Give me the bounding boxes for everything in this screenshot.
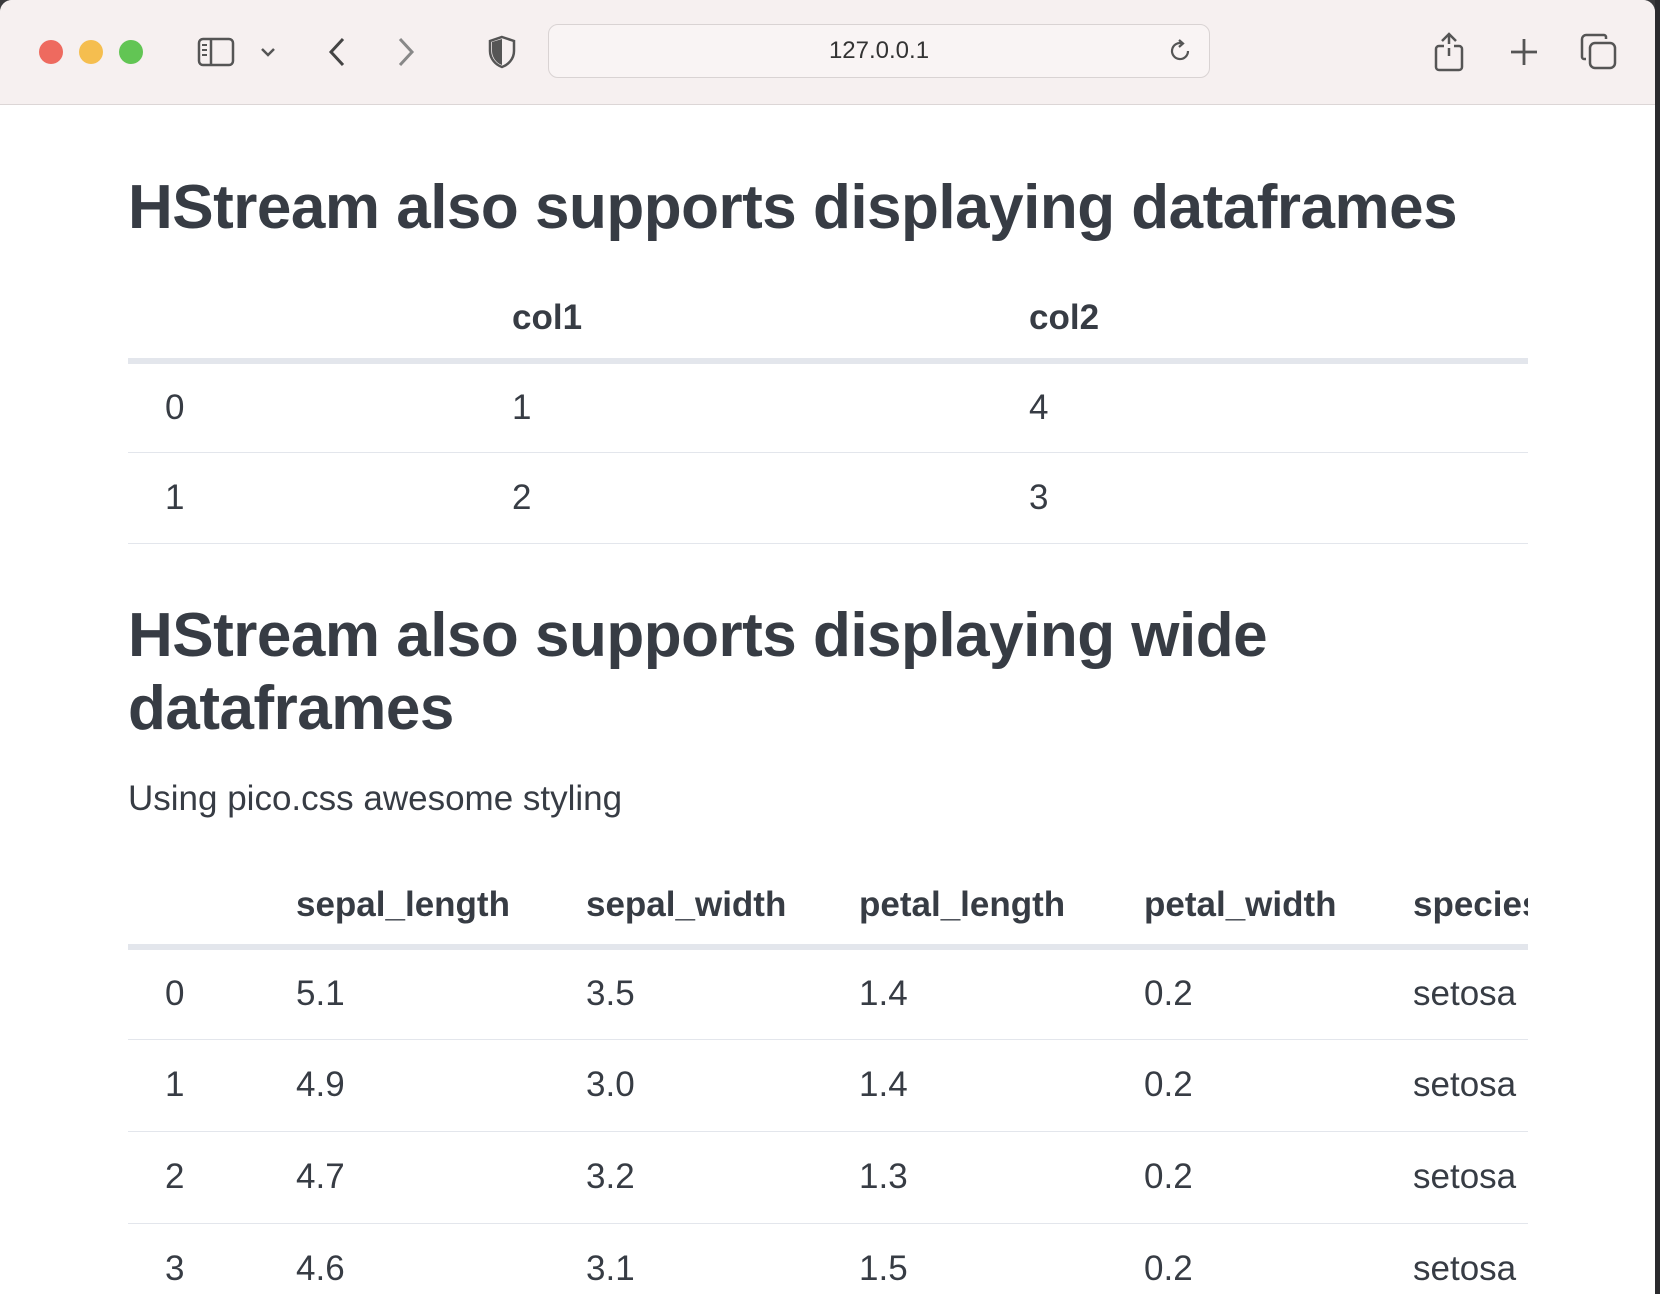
plus-icon[interactable]	[1502, 30, 1546, 74]
table-row: 0 5.1 3.5 1.4 0.2 setosa	[128, 947, 1528, 1040]
table-cell: setosa	[1413, 1039, 1528, 1132]
table-cell: 3	[1029, 452, 1528, 544]
header-col1: col1	[512, 278, 1029, 364]
table-header-row: sepal_length sepal_width petal_length pe…	[128, 865, 1528, 950]
table-cell: 2	[512, 452, 1029, 544]
table-cell: 3.2	[586, 1131, 859, 1224]
browser-toolbar: 127.0.0.1	[0, 0, 1655, 105]
share-icon[interactable]	[1427, 30, 1471, 74]
index-cell: 0	[128, 947, 296, 1040]
shield-icon[interactable]	[484, 30, 520, 74]
minimize-window-button[interactable]	[79, 40, 103, 64]
table-cell: 4.6	[296, 1223, 586, 1294]
table-cell: 3.0	[586, 1039, 859, 1132]
chevron-down-icon[interactable]	[256, 30, 280, 74]
table-cell: 0.2	[1144, 1223, 1413, 1294]
dataframe-table: col1 col2 0 1 4 1 2 3	[128, 278, 1528, 544]
back-icon[interactable]	[320, 30, 354, 74]
zoom-window-button[interactable]	[119, 40, 143, 64]
header-petal-length: petal_length	[859, 865, 1144, 950]
table-cell: setosa	[1413, 947, 1528, 1040]
table-cell: 4	[1029, 361, 1528, 453]
section1-heading: HStream also supports displaying datafra…	[128, 173, 1458, 242]
table-cell: 1.3	[859, 1131, 1144, 1224]
tabs-overview-icon[interactable]	[1577, 30, 1621, 74]
browser-window: 127.0.0.1 HStream also supports displayi…	[0, 0, 1655, 1294]
wide-dataframe-table: sepal_length sepal_width petal_length pe…	[128, 865, 1528, 1294]
table-cell: setosa	[1413, 1131, 1528, 1224]
header-sepal-length: sepal_length	[296, 865, 586, 950]
table-cell: 1.4	[859, 1039, 1144, 1132]
table-row: 2 4.7 3.2 1.3 0.2 setosa	[128, 1131, 1528, 1224]
forward-icon[interactable]	[389, 30, 423, 74]
table-cell: 5.1	[296, 947, 586, 1040]
table-row: 0 1 4	[128, 361, 1528, 453]
header-col2: col2	[1029, 278, 1528, 364]
header-index	[128, 865, 296, 950]
header-sepal-width: sepal_width	[586, 865, 859, 950]
table-cell: 0.2	[1144, 947, 1413, 1040]
index-cell: 2	[128, 1131, 296, 1224]
table-cell: 0.2	[1144, 1131, 1413, 1224]
section2-heading: HStream also supports displaying wide da…	[128, 601, 1268, 743]
sidebar-icon[interactable]	[194, 30, 238, 74]
header-index	[128, 278, 512, 364]
table-cell: 1.4	[859, 947, 1144, 1040]
table-cell: setosa	[1413, 1223, 1528, 1294]
index-cell: 3	[128, 1223, 296, 1294]
index-cell: 1	[128, 1039, 296, 1132]
table-cell: 4.7	[296, 1131, 586, 1224]
table-row: 3 4.6 3.1 1.5 0.2 setosa	[128, 1223, 1528, 1294]
index-cell: 0	[128, 361, 512, 453]
table-row: 1 2 3	[128, 452, 1528, 544]
table-cell: 4.9	[296, 1039, 586, 1132]
table-cell: 3.5	[586, 947, 859, 1040]
close-window-button[interactable]	[39, 40, 63, 64]
table-cell: 0.2	[1144, 1039, 1413, 1132]
desktop-edge	[1655, 0, 1660, 1294]
table-header-row: col1 col2	[128, 278, 1528, 364]
index-cell: 1	[128, 452, 512, 544]
reload-icon[interactable]	[1167, 38, 1193, 69]
header-petal-width: petal_width	[1144, 865, 1413, 950]
description-text: Using pico.css awesome styling	[128, 779, 623, 818]
address-bar[interactable]: 127.0.0.1	[548, 24, 1210, 78]
table-cell: 3.1	[586, 1223, 859, 1294]
table-row: 1 4.9 3.0 1.4 0.2 setosa	[128, 1039, 1528, 1132]
header-species: species	[1413, 865, 1528, 950]
table-cell: 1.5	[859, 1223, 1144, 1294]
url-text: 127.0.0.1	[828, 37, 930, 64]
page-content: HStream also supports displaying datafra…	[0, 105, 1655, 1294]
table-cell: 1	[512, 361, 1029, 453]
